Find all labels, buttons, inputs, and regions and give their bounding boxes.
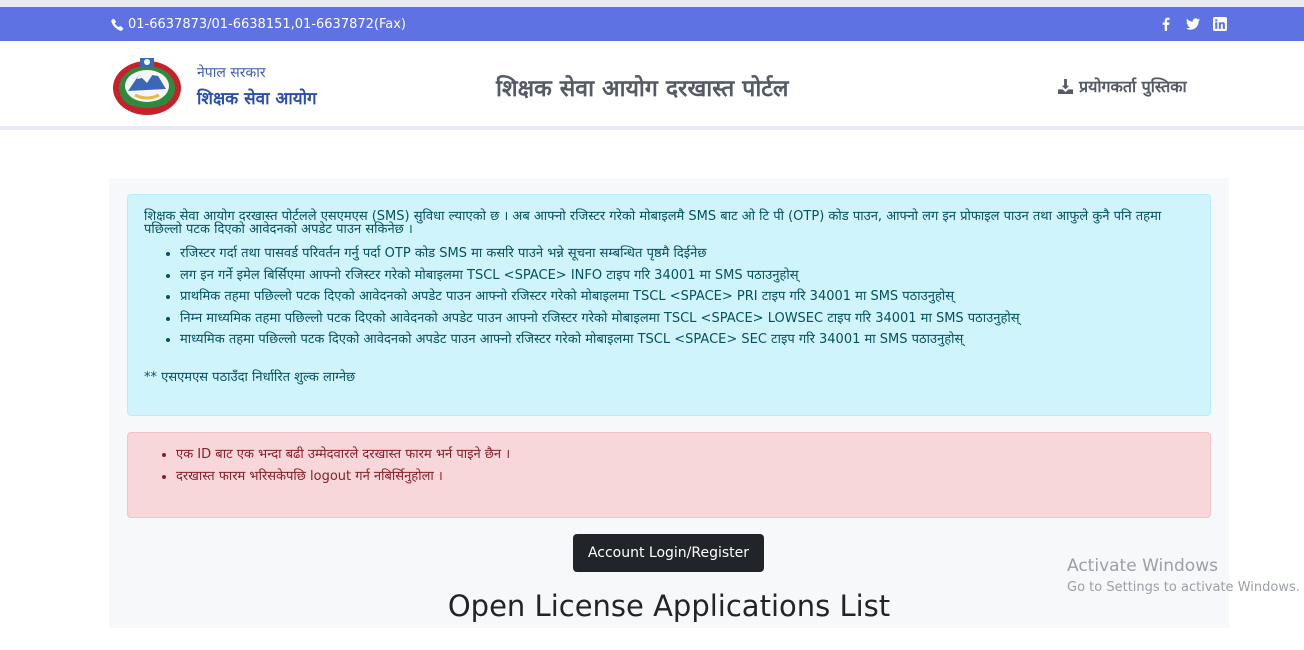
list-item: प्राथमिक तहमा पछिल्लो पटक दिएको आवेदनको …: [180, 288, 1020, 310]
list-item: निम्न माध्यमिक तहमा पछिल्लो पटक दिएको आव…: [180, 310, 1020, 332]
sms-info-intro: शिक्षक सेवा आयोग दरखास्त पोर्टलले एसएमएस…: [144, 209, 1162, 237]
watermark-subtitle: Go to Settings to activate Windows.: [1067, 580, 1300, 595]
sms-info-list: रजिस्टर गर्दा तथा पासवर्ड परिवर्तन गर्नु…: [180, 245, 1020, 353]
list-item: एक ID बाट एक भन्दा बढी उम्मेदवारले दरखास…: [176, 446, 510, 468]
site-header: नेपाल सरकार शिक्षक सेवा आयोग शिक्षक सेवा…: [0, 41, 1304, 130]
phone-icon: [111, 18, 124, 31]
download-icon: [1058, 78, 1073, 94]
top-contact-bar: 01-6637873/01-6638151,01-6637872(Fax): [0, 7, 1304, 41]
browser-top-strip: [0, 0, 1304, 7]
account-login-register-button[interactable]: Account Login/Register: [573, 534, 764, 572]
nepal-emblem-logo: [113, 58, 181, 115]
warning-list: एक ID बाट एक भन्दा बढी उम्मेदवारले दरखास…: [176, 446, 510, 490]
list-item: माध्यमिक तहमा पछिल्लो पटक दिएको आवेदनको …: [180, 331, 1020, 353]
twitter-icon[interactable]: [1186, 17, 1200, 31]
user-manual-link[interactable]: प्रयोगकर्ता पुस्तिका: [1058, 75, 1187, 97]
social-links: [1146, 7, 1227, 41]
linkedin-icon[interactable]: [1213, 17, 1227, 31]
phone-number: 01-6637873/01-6638151,01-6637872(Fax): [128, 16, 406, 32]
windows-activation-watermark: Activate Windows Go to Settings to activ…: [1067, 556, 1300, 595]
watermark-title: Activate Windows: [1067, 556, 1218, 576]
phone-contact: 01-6637873/01-6638151,01-6637872(Fax): [111, 7, 406, 41]
sms-info-alert: शिक्षक सेवा आयोग दरखास्त पोर्टलले एसएमएस…: [127, 194, 1211, 416]
list-item: रजिस्टर गर्दा तथा पासवर्ड परिवर्तन गर्नु…: [180, 245, 1020, 267]
commission-name: शिक्षक सेवा आयोग: [197, 89, 317, 109]
warning-alert: एक ID बाट एक भन्दा बढी उम्मेदवारले दरखास…: [127, 432, 1211, 518]
facebook-icon[interactable]: [1159, 17, 1173, 31]
user-manual-label: प्रयोगकर्ता पुस्तिका: [1079, 77, 1187, 96]
sms-charge-note: ** एसएमएस पठाउँदा निर्धारित शुल्क लाग्ने…: [144, 370, 356, 385]
list-item: लग इन गर्ने इमेल बिर्सिएमा आफ्नो रजिस्टर…: [180, 267, 1020, 289]
list-item: दरखास्त फारम भरिसकेपछि logout गर्न नबिर्…: [176, 468, 510, 490]
government-name: नेपाल सरकार: [197, 65, 266, 81]
portal-title: शिक्षक सेवा आयोग दरखास्त पोर्टल: [496, 76, 789, 102]
